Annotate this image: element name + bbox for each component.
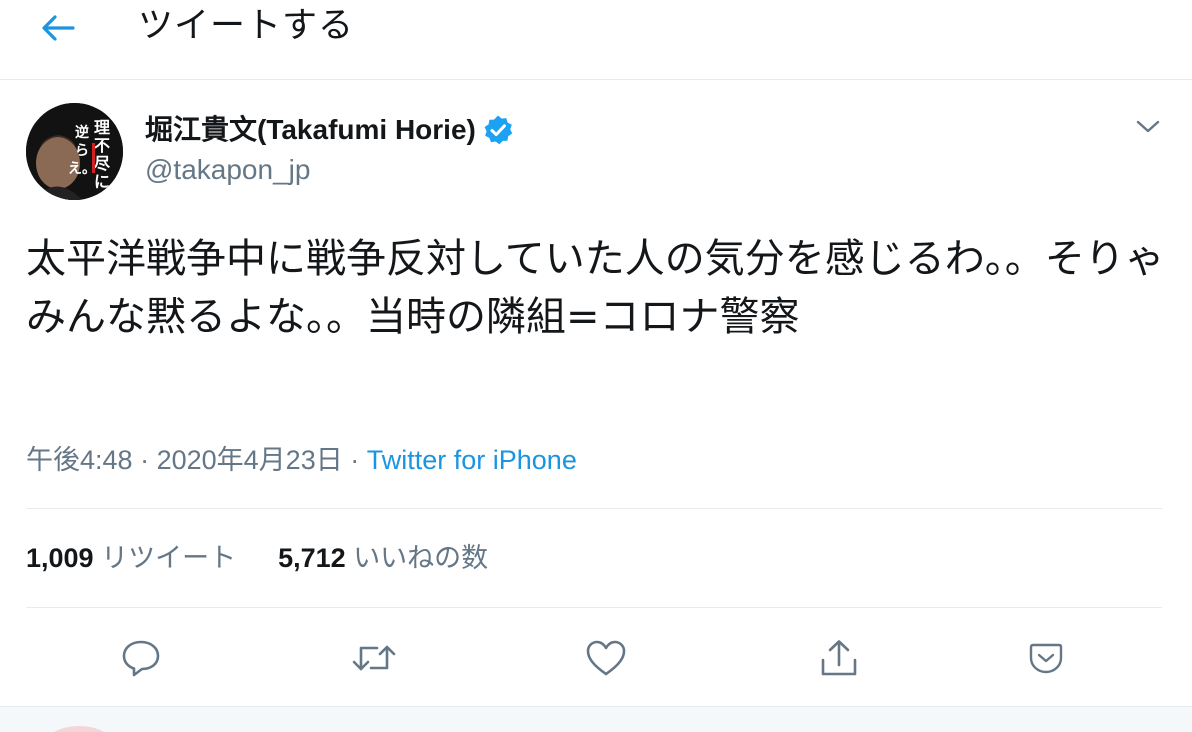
more-options-button[interactable]	[1128, 112, 1168, 142]
retweets-label: リツイート	[101, 543, 237, 573]
author-handle[interactable]: @takapon_jp	[145, 152, 310, 188]
retweets-count: 1,009	[26, 543, 94, 573]
svg-text:に: に	[94, 172, 110, 191]
svg-text:不: 不	[94, 136, 110, 155]
tweet-meta: 午後4:48 · 2020年4月23日 · Twitter for iPhone	[26, 442, 577, 478]
verified-badge-icon	[484, 115, 513, 145]
save-icon	[1029, 643, 1063, 674]
top-bar: ツイートする	[0, 0, 1192, 80]
reply-section-edge	[0, 706, 1192, 732]
heart-icon	[586, 640, 626, 676]
avatar[interactable]: 理 不 尽 に 逆 ら え。	[26, 103, 123, 200]
divider	[26, 607, 1162, 608]
svg-text:逆: 逆	[75, 124, 89, 141]
avatar-image: 理 不 尽 に 逆 ら え。	[26, 103, 123, 200]
retweets-stat[interactable]: 1,009 リツイート	[26, 543, 236, 573]
meta-separator: ·	[140, 445, 150, 475]
svg-text:尽: 尽	[94, 154, 111, 173]
svg-text:え。: え。	[68, 161, 96, 177]
retweet-icon	[352, 645, 396, 671]
save-button[interactable]	[1022, 636, 1070, 680]
likes-label: いいねの数	[353, 543, 489, 573]
author-name[interactable]: 堀江貴文(Takafumi Horie)	[145, 112, 514, 148]
reply-icon	[122, 640, 160, 677]
back-arrow-icon	[42, 15, 75, 41]
share-button[interactable]	[815, 636, 863, 680]
tweet-detail-page: ツイートする 理 不 尽 に 逆 ら え。 堀江貴文(Takafumi Hori…	[0, 0, 1192, 732]
reply-button[interactable]	[117, 636, 165, 680]
retweet-button[interactable]	[350, 636, 398, 680]
page-title: ツイートする	[138, 6, 355, 45]
tweet-date[interactable]: 2020年4月23日	[157, 445, 343, 475]
tweet-time[interactable]: 午後4:48	[26, 445, 133, 475]
tweet-source-link[interactable]: Twitter for iPhone	[367, 445, 577, 475]
back-button[interactable]	[36, 8, 80, 48]
likes-stat[interactable]: 5,712 いいねの数	[278, 543, 488, 573]
meta-separator: ·	[350, 445, 360, 475]
chevron-down-icon	[1136, 120, 1160, 133]
like-button[interactable]	[582, 636, 630, 680]
divider	[26, 508, 1162, 509]
author-name-text: 堀江貴文(Takafumi Horie)	[145, 114, 476, 145]
tweet-stats: 1,009 リツイート 5,712 いいねの数	[26, 540, 488, 576]
svg-text:ら: ら	[75, 143, 89, 159]
tweet-text: 太平洋戦争中に戦争反対していた人の気分を感じるわ。。そりゃみんな黙るよな。。当時…	[26, 236, 1165, 340]
share-icon	[821, 640, 857, 676]
svg-text:理: 理	[94, 118, 110, 137]
likes-count: 5,712	[278, 543, 346, 573]
